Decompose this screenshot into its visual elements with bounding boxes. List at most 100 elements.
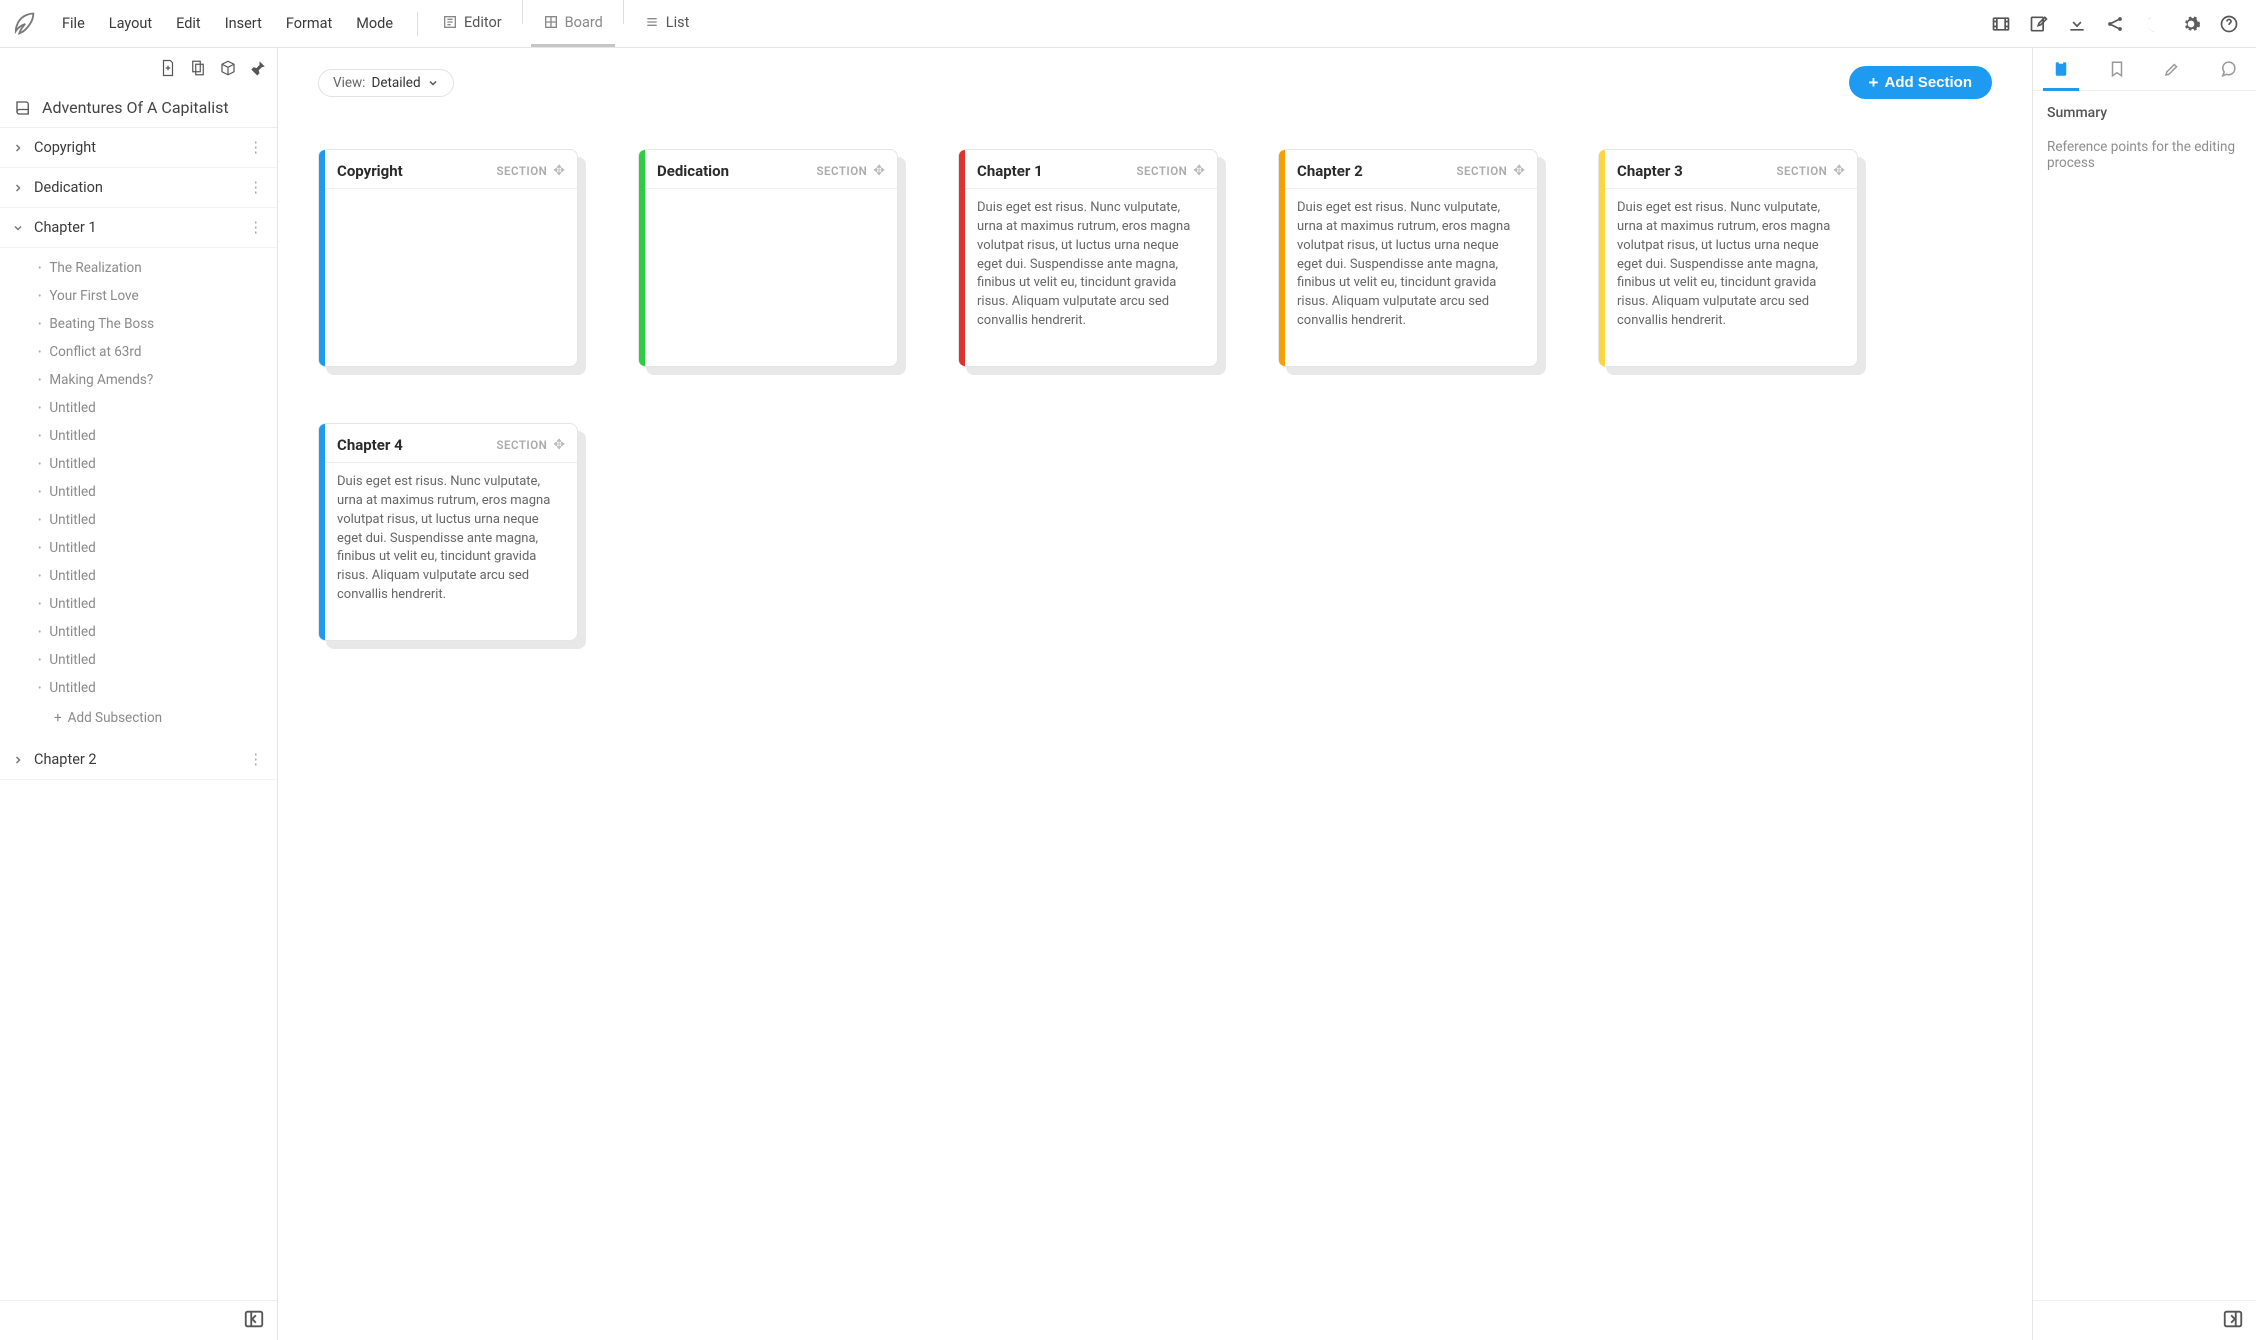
compose-icon[interactable] [2022,7,2056,41]
chevron-icon [12,222,28,234]
card-color-stripe [319,150,325,366]
add-section-label: Add Section [1884,74,1972,91]
section-more-icon[interactable]: ⋮ [249,139,264,156]
tree-section-copyright[interactable]: Copyright⋮ [0,128,277,168]
tree-section-chapter-1[interactable]: Chapter 1⋮ [0,208,277,248]
drag-handle-icon[interactable]: ✥ [553,163,565,179]
chevron-icon [12,142,28,154]
manuscript-title-text: Adventures Of A Capitalist [42,98,229,117]
tab-highlight[interactable] [2145,48,2201,90]
collapse-right-icon[interactable] [2222,1308,2244,1334]
tree-child[interactable]: Beating The Boss [34,310,277,338]
board-view-icon [543,14,559,30]
view-mode-dropdown[interactable]: View: Detailed [318,69,454,97]
menu-format[interactable]: Format [274,9,344,38]
card-header: CopyrightSECTION✥ [319,150,577,189]
add-subsection-button[interactable]: Add Subsection [34,702,277,734]
view-tab-board[interactable]: Board [531,0,615,47]
drag-handle-icon[interactable]: ✥ [1193,163,1205,179]
tree-child[interactable]: Your First Love [34,282,277,310]
dark-mode-icon[interactable] [2136,7,2170,41]
card-body [319,189,577,211]
settings-icon[interactable] [2174,7,2208,41]
tree-child[interactable]: Untitled [34,422,277,450]
chevron-icon [12,182,28,194]
section-card-dedication[interactable]: DedicationSECTION✥ [638,149,898,367]
add-section-button[interactable]: Add Section [1849,66,1992,99]
menubar: FileLayoutEditInsertFormatMode Editor Boa… [0,0,2256,48]
section-card-chapter-1[interactable]: Chapter 1SECTION✥Duis eget est risus. Nu… [958,149,1218,367]
drag-handle-icon[interactable]: ✥ [1833,163,1845,179]
card-title: Dedication [657,162,816,180]
tree-section-dedication[interactable]: Dedication ⋮ [0,168,277,208]
tree-child[interactable]: Untitled [34,534,277,562]
tab-bookmarks[interactable] [2089,48,2145,90]
collapse-left-icon[interactable] [243,1308,265,1334]
card-color-stripe [1279,150,1285,366]
sidebar-left: Adventures Of A Capitalist Copyright⋮Ded… [0,48,278,1340]
tree-section-label: Chapter 2 [34,751,97,768]
share-icon[interactable] [2098,7,2132,41]
drag-handle-icon[interactable]: ✥ [1513,163,1525,179]
chevron-icon [12,754,28,766]
tree-child[interactable]: Making Amends? [34,366,277,394]
tree-child[interactable]: Untitled [34,478,277,506]
section-card-copyright[interactable]: CopyrightSECTION✥ [318,149,578,367]
section-more-icon[interactable]: ⋮ [249,219,264,236]
duplicate-file-icon[interactable] [189,59,207,77]
section-card-chapter-4[interactable]: Chapter 4SECTION✥Duis eget est risus. Nu… [318,423,578,641]
tree-child[interactable]: Untitled [34,562,277,590]
card-title: Chapter 1 [977,162,1136,180]
menu-mode[interactable]: Mode [344,9,405,38]
tree-child[interactable]: Untitled [34,590,277,618]
menu-insert[interactable]: Insert [213,9,274,38]
tab-comments[interactable] [2200,48,2256,90]
right-panel-title: Summary [2047,105,2242,121]
menu-layout[interactable]: Layout [97,9,164,38]
tab-summary[interactable] [2033,48,2089,90]
card-body: Duis eget est risus. Nunc vulputate, urn… [959,189,1217,343]
pin-icon[interactable] [249,59,267,77]
card-header: Chapter 1SECTION✥ [959,150,1217,189]
right-panel-desc: Reference points for the editing process [2047,139,2242,171]
section-more-icon[interactable]: ⋮ [249,179,264,196]
list-view-icon [644,14,660,30]
editor-view-icon [442,14,458,30]
section-more-icon[interactable]: ⋮ [249,751,264,768]
download-icon[interactable] [2060,7,2094,41]
drag-handle-icon[interactable]: ✥ [873,163,885,179]
card-color-stripe [319,424,325,640]
section-card-chapter-3[interactable]: Chapter 3SECTION ✥ Duis eget est risus. Nu… [1598,149,1858,367]
new-file-icon[interactable] [159,59,177,77]
tree-child[interactable]: Untitled [34,394,277,422]
tree-child[interactable]: Conflict at 63rd [34,338,277,366]
book-icon [14,99,32,117]
menu-file[interactable]: File [50,9,97,38]
card-type-label: SECTION [496,164,547,178]
app-logo-icon [10,10,38,38]
section-card-chapter-2[interactable]: Chapter 2SECTION✥Duis eget est risus. Nu… [1278,149,1538,367]
card-header: DedicationSECTION✥ [639,150,897,189]
view-tab-label: List [666,14,690,31]
package-icon[interactable] [219,59,237,77]
tree-child[interactable]: The Realization [34,254,277,282]
menu-edit[interactable]: Edit [164,9,213,38]
tree-child[interactable]: Untitled [34,674,277,702]
tree-section-chapter-2[interactable]: Chapter 2 ⋮ [0,740,277,780]
manuscript-title[interactable]: Adventures Of A Capitalist [0,88,277,128]
card-body: Duis eget est risus. Nunc vulputate, urn… [1599,189,1857,343]
card-type-label: SECTION [1776,164,1827,178]
tree-child[interactable]: Untitled [34,646,277,674]
tree-section-label: Dedication [34,179,103,196]
card-title: Chapter 3 [1617,162,1776,180]
film-icon[interactable] [1984,7,2018,41]
view-tab-list[interactable]: List [632,0,702,47]
tree-child[interactable]: Untitled [34,506,277,534]
view-tab-editor[interactable]: Editor [430,0,514,47]
card-type-label: SECTION [496,438,547,452]
tree-child[interactable]: Untitled [34,450,277,478]
drag-handle-icon[interactable]: ✥ [553,437,565,453]
card-body [639,189,897,211]
tree-child[interactable]: Untitled [34,618,277,646]
help-icon[interactable] [2212,7,2246,41]
